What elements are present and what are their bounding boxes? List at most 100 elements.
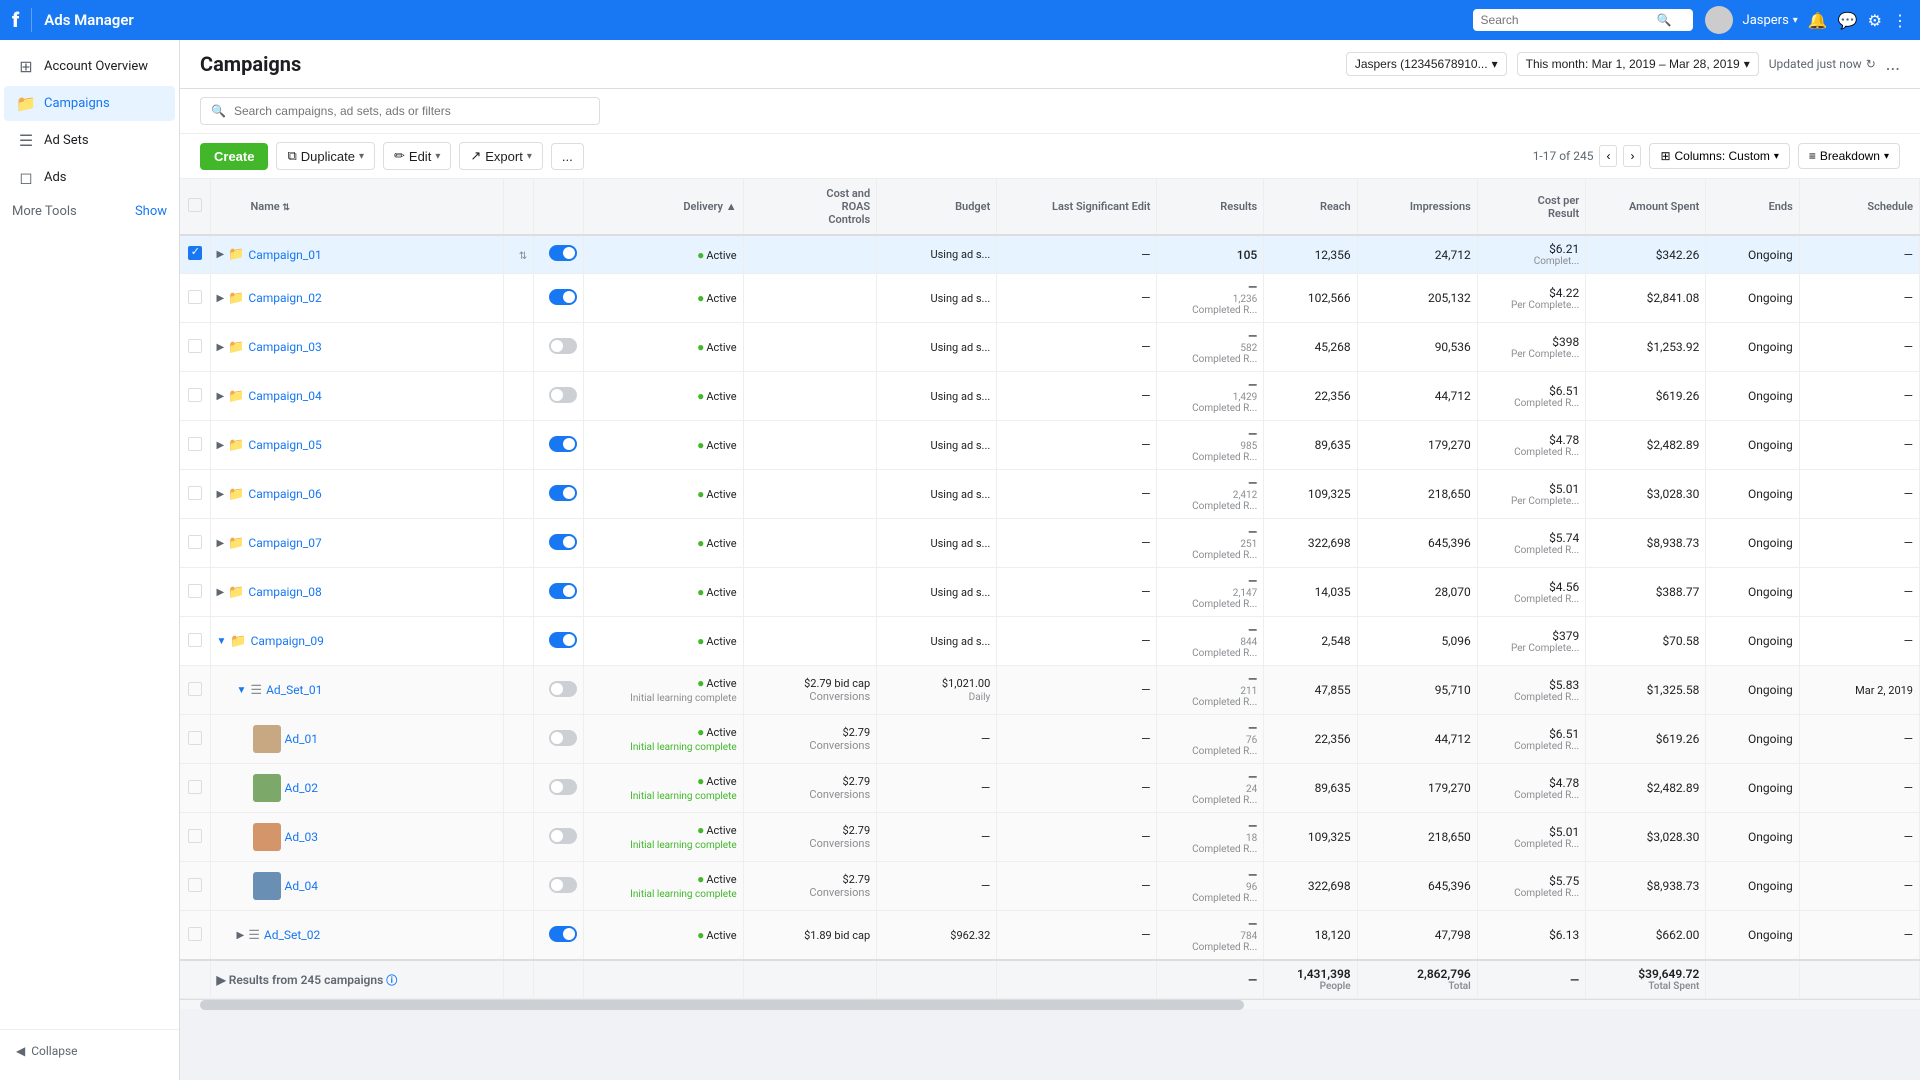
campaign-name-link[interactable]: Campaign_05 <box>248 438 321 452</box>
ends-column-header[interactable]: Ends <box>1706 179 1799 235</box>
schedule-column-header[interactable]: Schedule <box>1799 179 1919 235</box>
topbar-search-box[interactable]: 🔍 <box>1473 9 1693 31</box>
campaign-toggle[interactable] <box>549 485 577 501</box>
campaign-name-link[interactable]: Campaign_09 <box>251 634 324 648</box>
amount-spent-column-header[interactable]: Amount Spent <box>1586 179 1706 235</box>
campaign-name-link[interactable]: Campaign_02 <box>248 291 321 305</box>
toggle-cell[interactable] <box>534 715 584 764</box>
breakdown-btn[interactable]: ≡ Breakdown ▾ <box>1798 143 1900 169</box>
expand-btn[interactable]: ▶ <box>217 489 225 500</box>
toggle-cell[interactable] <box>534 372 584 421</box>
row-checkbox-cell[interactable] <box>180 813 210 862</box>
settings-icon[interactable]: ⚙ <box>1868 11 1882 30</box>
row-checkbox[interactable]: ✓ <box>188 246 202 260</box>
adset-toggle[interactable] <box>549 681 577 697</box>
campaign-toggle[interactable] <box>549 632 577 648</box>
show-label[interactable]: Show <box>135 204 167 219</box>
cost-per-result-column-header[interactable]: Cost perResult <box>1477 179 1585 235</box>
more-actions-button[interactable]: ... <box>551 143 584 170</box>
user-avatar-icon[interactable] <box>1705 6 1733 34</box>
columns-btn[interactable]: ⊞ Columns: Custom ▾ <box>1649 143 1789 169</box>
row-checkbox[interactable] <box>188 339 202 353</box>
toggle-cell[interactable] <box>534 323 584 372</box>
row-checkbox-cell[interactable] <box>180 617 210 666</box>
campaign-toggle[interactable] <box>549 387 577 403</box>
toggle-cell[interactable] <box>534 421 584 470</box>
toggle-cell[interactable] <box>534 666 584 715</box>
last-edit-column-header[interactable]: Last Significant Edit <box>997 179 1157 235</box>
expand-btn[interactable]: ▶ <box>217 538 225 549</box>
pagination-next-btn[interactable]: › <box>1623 145 1641 167</box>
row-checkbox-cell[interactable] <box>180 470 210 519</box>
ad-toggle[interactable] <box>549 730 577 746</box>
budget-column-header[interactable]: Budget <box>877 179 997 235</box>
campaign-search-box[interactable]: 🔍 <box>200 97 600 125</box>
row-checkbox[interactable] <box>188 437 202 451</box>
delivery-column-header[interactable]: Delivery ▲ <box>584 179 744 235</box>
account-selector-btn[interactable]: Jaspers (12345678910... ▾ <box>1346 52 1507 76</box>
sidebar-item-account-overview[interactable]: ⊞ Account Overview <box>4 49 175 84</box>
row-checkbox-cell[interactable] <box>180 519 210 568</box>
ad-toggle[interactable] <box>549 779 577 795</box>
expand-btn[interactable]: ▶ <box>217 587 225 598</box>
sidebar-item-ad-sets[interactable]: ☰ Ad Sets <box>4 123 175 158</box>
campaign-name-link[interactable]: Campaign_01 <box>248 248 321 262</box>
create-button[interactable]: Create <box>200 143 268 170</box>
row-checkbox-cell[interactable] <box>180 323 210 372</box>
campaign-toggle[interactable] <box>549 583 577 599</box>
impressions-column-header[interactable]: Impressions <box>1357 179 1477 235</box>
expand-btn[interactable]: ▶ <box>217 293 225 304</box>
row-checkbox-cell[interactable] <box>180 715 210 764</box>
row-checkbox-cell[interactable] <box>180 862 210 911</box>
reach-column-header[interactable]: Reach <box>1264 179 1357 235</box>
name-column-header[interactable]: Name ⇅ <box>210 179 504 235</box>
campaign-name-link[interactable]: Campaign_03 <box>248 340 321 354</box>
campaign-search-input[interactable] <box>234 104 589 118</box>
row-checkbox[interactable] <box>188 486 202 500</box>
campaign-toggle[interactable] <box>549 289 577 305</box>
row-checkbox[interactable] <box>188 927 202 941</box>
horizontal-scrollbar[interactable] <box>180 999 1920 1009</box>
toggle-cell[interactable] <box>534 764 584 813</box>
ad-name-link[interactable]: Ad_03 <box>285 830 319 844</box>
campaign-toggle[interactable] <box>549 338 577 354</box>
topbar-user[interactable]: Jaspers ▾ <box>1743 13 1798 28</box>
row-checkbox[interactable] <box>188 633 202 647</box>
row-checkbox-cell[interactable]: ✓ <box>180 235 210 274</box>
row-checkbox[interactable] <box>188 290 202 304</box>
toggle-cell[interactable] <box>534 519 584 568</box>
expand-btn[interactable]: ▶ <box>217 249 225 260</box>
expand-btn[interactable]: ▶ <box>217 342 225 353</box>
ad-name-link[interactable]: Ad_02 <box>285 781 319 795</box>
toggle-cell[interactable] <box>534 568 584 617</box>
pagination-prev-btn[interactable]: ‹ <box>1599 145 1617 167</box>
ad-toggle[interactable] <box>549 828 577 844</box>
adset-toggle[interactable] <box>549 926 577 942</box>
date-range-btn[interactable]: This month: Mar 1, 2019 – Mar 28, 2019 ▾ <box>1517 52 1759 76</box>
ad-name-link[interactable]: Ad_01 <box>285 732 319 746</box>
expand-btn[interactable]: ▶ <box>217 440 225 451</box>
chat-icon[interactable]: 💬 <box>1838 11 1858 30</box>
adset-name-link[interactable]: Ad_Set_01 <box>266 683 322 697</box>
edit-button[interactable]: ✏ Edit ▾ <box>383 142 451 170</box>
toggle-cell[interactable] <box>534 813 584 862</box>
results-column-header[interactable]: Results <box>1157 179 1264 235</box>
campaign-toggle[interactable] <box>549 245 577 261</box>
row-checkbox[interactable] <box>188 829 202 843</box>
refresh-icon[interactable]: ↻ <box>1866 57 1876 71</box>
toggle-cell[interactable] <box>534 235 584 274</box>
select-all-checkbox[interactable] <box>188 198 202 212</box>
toggle-cell[interactable] <box>534 274 584 323</box>
row-checkbox[interactable] <box>188 535 202 549</box>
sidebar-more-tools[interactable]: More Tools Show <box>0 196 179 227</box>
ad-name-link[interactable]: Ad_04 <box>285 879 319 893</box>
row-checkbox[interactable] <box>188 584 202 598</box>
expand-btn[interactable]: ▶ <box>237 930 245 941</box>
topbar-search-input[interactable] <box>1481 13 1651 27</box>
campaign-toggle[interactable] <box>549 436 577 452</box>
toggle-cell[interactable] <box>534 470 584 519</box>
campaign-name-link[interactable]: Campaign_04 <box>248 389 321 403</box>
select-all-header[interactable] <box>180 179 210 235</box>
menu-icon[interactable]: ⋮ <box>1892 11 1908 30</box>
sidebar-item-ads[interactable]: ◻ Ads <box>4 160 175 195</box>
